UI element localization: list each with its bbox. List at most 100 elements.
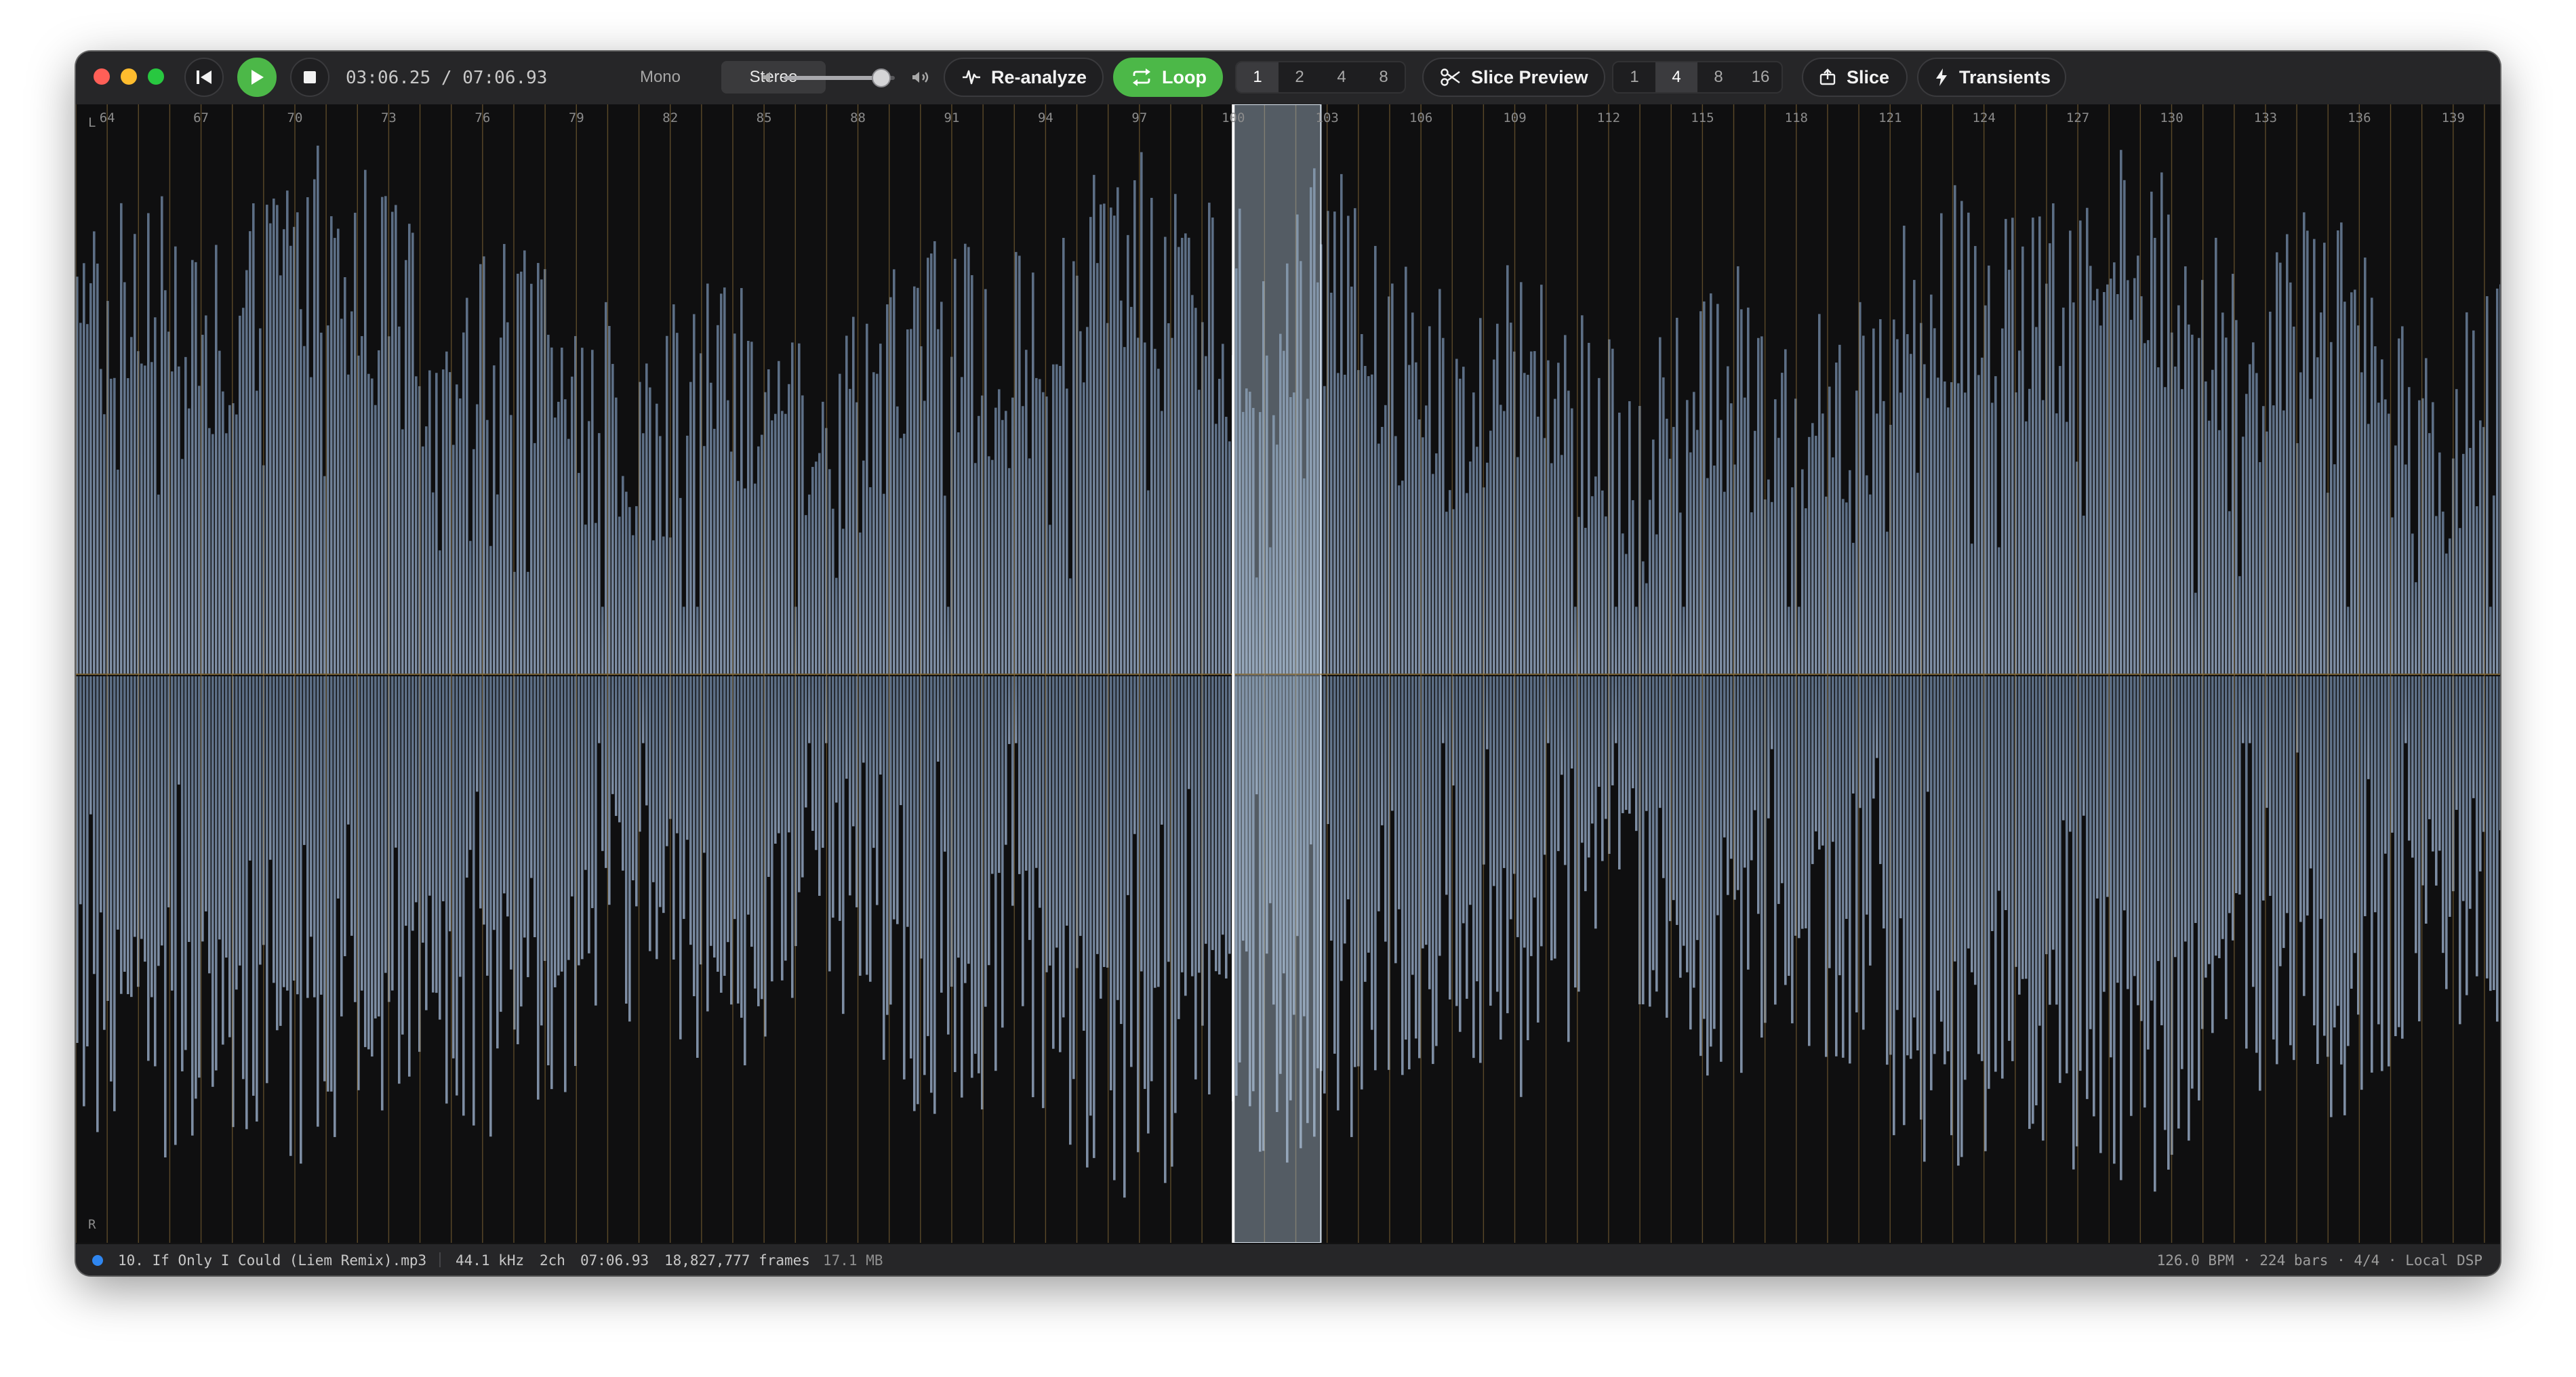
transients-button[interactable]: Transients bbox=[1917, 58, 2066, 97]
waveform-bar-left bbox=[269, 223, 272, 674]
waveform-bar-right bbox=[2177, 676, 2180, 1129]
waveform-bar-right bbox=[503, 676, 506, 894]
waveform-bar-left bbox=[1866, 475, 1868, 674]
waveform-bar-left bbox=[456, 384, 458, 674]
loop-length-2[interactable]: 2 bbox=[1279, 62, 1321, 92]
slice-button[interactable]: Slice bbox=[1802, 58, 1908, 97]
bar-number-label: 64 bbox=[100, 110, 115, 125]
waveform-bar-right bbox=[642, 676, 645, 743]
waveform-bar-left bbox=[1754, 430, 1756, 674]
skip-to-start-button[interactable] bbox=[184, 58, 224, 97]
waveform-bar-left bbox=[1927, 398, 1929, 674]
waveform-bar-right bbox=[1910, 676, 1912, 1059]
waveform-bar-right bbox=[1432, 676, 1434, 1065]
waveform-bar-right bbox=[1676, 676, 1678, 925]
waveform-bar-right bbox=[2276, 676, 2278, 1065]
waveform-bar-left bbox=[2377, 403, 2380, 674]
slice-division-8[interactable]: 8 bbox=[1697, 62, 1739, 92]
waveform-bar-left bbox=[1435, 453, 1438, 674]
waveform-bar-left bbox=[1347, 215, 1350, 674]
slice-preview-button[interactable]: Slice Preview bbox=[1422, 58, 1605, 97]
reanalyze-button[interactable]: Re-analyze bbox=[944, 58, 1104, 97]
waveform-bar-left bbox=[564, 399, 567, 674]
waveform-bar-right bbox=[1601, 676, 1604, 861]
toolbar: 03:06.25 / 07:06.93 Mono Stereo Re-analy… bbox=[76, 52, 2500, 106]
waveform-bar-left bbox=[933, 241, 936, 674]
waveform-bar-left bbox=[957, 432, 960, 674]
waveform-bar-left bbox=[1350, 286, 1353, 674]
waveform-bar-left bbox=[2194, 592, 2197, 674]
waveform-bar-left bbox=[757, 446, 760, 674]
waveform-bar-right bbox=[1652, 676, 1655, 970]
waveform-bar-left bbox=[2232, 274, 2234, 674]
waveform-bar-right bbox=[1110, 676, 1112, 1090]
waveform-bar-right bbox=[1191, 676, 1194, 977]
channel-label-left: L bbox=[88, 115, 96, 130]
loop-length-4[interactable]: 4 bbox=[1321, 62, 1363, 92]
minimize-window-button[interactable] bbox=[121, 68, 137, 85]
waveform-bar-left bbox=[401, 429, 404, 674]
slice-division-16[interactable]: 16 bbox=[1739, 62, 1782, 92]
waveform-bar-right bbox=[852, 676, 855, 827]
waveform-bar-left bbox=[1083, 382, 1085, 674]
waveform-bar-right bbox=[1625, 676, 1628, 810]
loop-length-8[interactable]: 8 bbox=[1363, 62, 1405, 92]
waveform-bar-left bbox=[1703, 301, 1706, 674]
waveform-bar-left bbox=[842, 529, 845, 674]
waveform-bar-right bbox=[130, 676, 133, 998]
waveform-bar-right bbox=[1574, 676, 1577, 988]
volume-slider-knob[interactable] bbox=[872, 68, 891, 87]
slice-division-4[interactable]: 4 bbox=[1655, 62, 1697, 92]
waveform-bar-right bbox=[550, 676, 553, 1090]
waveform-bar-left bbox=[839, 373, 841, 674]
waveform-bar-left bbox=[2340, 222, 2343, 674]
waveform-bar-left bbox=[1825, 496, 1828, 674]
waveform-bar-right bbox=[1689, 676, 1692, 1030]
waveform-bar-left bbox=[1913, 280, 1916, 674]
waveform-view[interactable]: 64 67 70 73 76 79 82 85 88 91 94 97 100 103 106 109 112 1… bbox=[76, 104, 2500, 1243]
play-button[interactable] bbox=[237, 58, 277, 97]
waveform-bar-right bbox=[269, 676, 272, 860]
waveform-bar-right bbox=[1815, 676, 1817, 831]
zoom-window-button[interactable] bbox=[148, 68, 164, 85]
waveform-bar-left bbox=[1191, 295, 1194, 674]
waveform-bar-right bbox=[2371, 676, 2373, 1073]
waveform-bar-right bbox=[415, 676, 418, 903]
waveform-bar-left bbox=[2082, 515, 2085, 674]
waveform-bar-left bbox=[1428, 326, 1431, 674]
waveform-bar-left bbox=[1391, 283, 1394, 674]
waveform-bar-right bbox=[1984, 676, 1987, 1151]
waveform-bar-right bbox=[1127, 676, 1129, 895]
waveform-bar-right bbox=[1899, 676, 1902, 919]
waveform-bar-left bbox=[279, 275, 282, 674]
waveform-bar-right bbox=[1554, 676, 1556, 959]
waveform-bar-left bbox=[1066, 388, 1068, 674]
waveform-bar-right bbox=[1466, 676, 1468, 999]
waveform-bar-right bbox=[2093, 676, 2095, 1117]
waveform-bar-right bbox=[2282, 676, 2285, 948]
waveform-bar-left bbox=[391, 211, 394, 674]
waveform-bar-right bbox=[957, 676, 960, 958]
slice-division-1[interactable]: 1 bbox=[1613, 62, 1655, 92]
waveform-bar-right bbox=[584, 676, 587, 870]
loop-length-1[interactable]: 1 bbox=[1236, 62, 1279, 92]
waveform-bar-right bbox=[276, 676, 279, 1031]
mode-mono-button[interactable]: Mono bbox=[618, 61, 702, 94]
waveform-bar-right bbox=[564, 676, 567, 1092]
close-window-button[interactable] bbox=[94, 68, 110, 85]
waveform-bar-right bbox=[774, 676, 777, 844]
waveform-bar-left bbox=[717, 325, 719, 674]
stop-button[interactable] bbox=[290, 58, 329, 97]
waveform-bar-right bbox=[191, 676, 194, 1136]
waveform-canvas[interactable]: 64 67 70 73 76 79 82 85 88 91 94 97 100 103 106 109 112 1… bbox=[76, 104, 2500, 1243]
waveform-bar-right bbox=[2384, 676, 2387, 854]
waveform-bar-left bbox=[625, 491, 628, 674]
loop-toggle-button[interactable]: Loop bbox=[1113, 58, 1223, 97]
waveform-bar-right bbox=[432, 676, 435, 993]
waveform-bar-left bbox=[2462, 453, 2465, 674]
waveform-bar-right bbox=[2066, 676, 2068, 1073]
bar-number-label: 91 bbox=[944, 110, 960, 125]
waveform-bar-right bbox=[611, 676, 614, 794]
waveform-bar-right bbox=[1333, 676, 1336, 1054]
waveform-bar-left bbox=[1422, 437, 1424, 674]
